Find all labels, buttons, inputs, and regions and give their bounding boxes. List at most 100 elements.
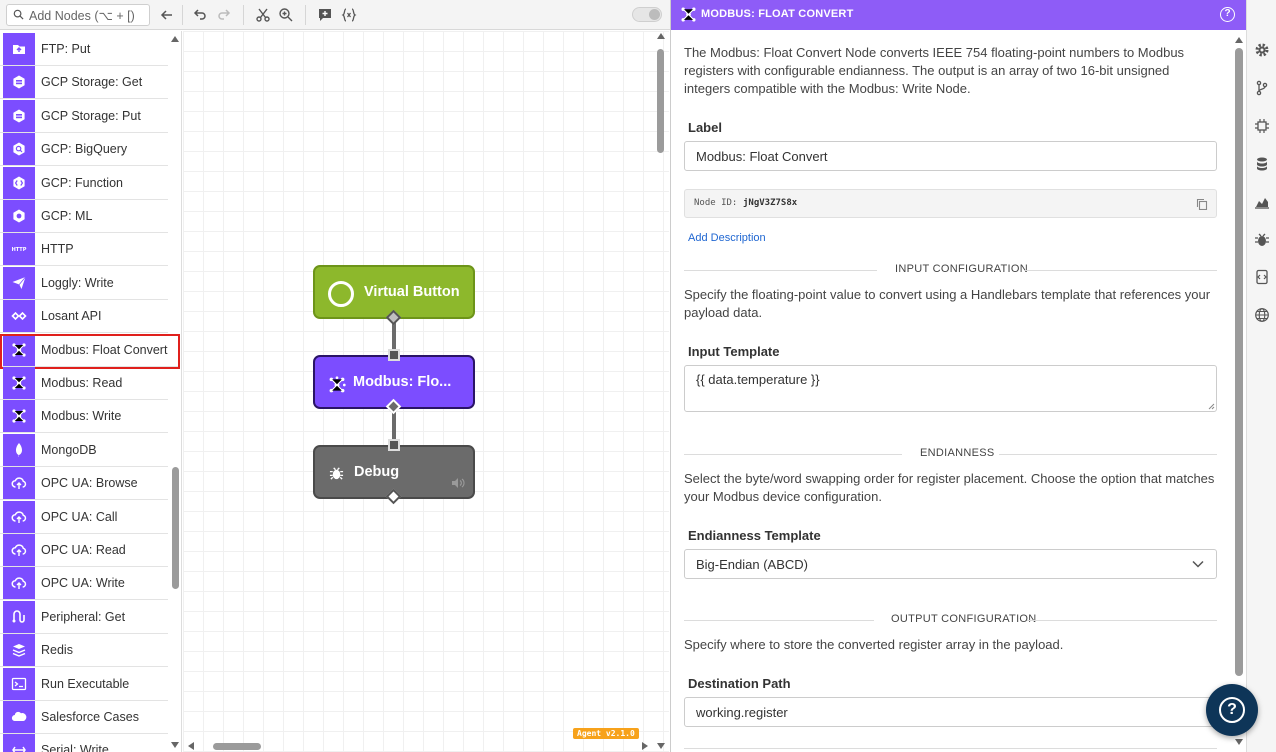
palette-item[interactable]: Peripheral: Get — [0, 600, 168, 634]
opcua-icon — [3, 567, 35, 600]
palette-item[interactable]: HTTP HTTP — [0, 233, 168, 267]
speaker-icon[interactable] — [451, 477, 465, 489]
modbus-icon — [3, 400, 35, 433]
output-configuration-header: OUTPUT CONFIGURATION — [684, 613, 1217, 627]
chart-icon[interactable] — [1254, 194, 1270, 210]
scroll-down-arrow[interactable] — [656, 741, 666, 751]
section-title: OUTPUT CONFIGURATION — [891, 613, 1037, 625]
palette-item-label: GCP Storage: Put — [41, 108, 141, 123]
copy-icon[interactable] — [1196, 198, 1208, 210]
destination-path-input[interactable] — [684, 697, 1217, 727]
palette-item[interactable]: Salesforce Cases — [0, 701, 168, 734]
loggly-icon — [3, 266, 35, 299]
toggle-switch[interactable] — [632, 7, 662, 22]
palette-item[interactable]: OPC UA: Call — [0, 500, 168, 534]
webhook-icon[interactable] — [1254, 269, 1270, 285]
storage-icon[interactable] — [1254, 156, 1270, 172]
add-description-link[interactable]: Add Description — [688, 232, 766, 244]
palette-item[interactable]: Loggly: Write — [0, 266, 168, 300]
palette-item[interactable]: MongoDB — [0, 433, 168, 467]
palette-item[interactable]: GCP: BigQuery — [0, 133, 168, 167]
palette-item[interactable]: Modbus: Float Convert — [0, 333, 180, 369]
palette-item[interactable]: Serial: Write — [0, 734, 168, 752]
cut-icon[interactable] — [254, 6, 272, 24]
toolbar-divider — [305, 5, 306, 25]
palette-item-label: Peripheral: Get — [41, 609, 126, 624]
palette-item-label: Salesforce Cases — [41, 710, 139, 724]
scroll-down-arrow[interactable] — [170, 740, 180, 750]
palette-item[interactable]: Redis — [0, 634, 168, 668]
label-input[interactable] — [684, 141, 1217, 171]
palette-item[interactable]: Modbus: Write — [0, 400, 168, 434]
gcp-storage-icon — [3, 66, 35, 99]
palette-item-label: Run Executable — [41, 676, 130, 691]
search-icon — [13, 9, 24, 20]
canvas-vertical-scrollbar[interactable] — [657, 49, 664, 153]
destination-path-heading: Destination Path — [688, 676, 791, 691]
scroll-up-arrow[interactable] — [170, 34, 180, 44]
terminal-icon — [3, 667, 35, 700]
device-icon[interactable] — [1254, 118, 1270, 134]
undo-icon[interactable] — [191, 6, 209, 24]
opcua-icon — [3, 467, 35, 500]
input-template-textarea[interactable]: {{ data.temperature }} — [684, 365, 1217, 412]
svg-text:HTTP: HTTP — [12, 247, 27, 253]
palette-item[interactable]: GCP: ML — [0, 200, 168, 233]
add-comment-icon[interactable] — [316, 6, 334, 24]
palette-item-label: FTP: Put — [41, 42, 91, 56]
palette-item[interactable]: OPC UA: Read — [0, 534, 168, 567]
scroll-up-arrow[interactable] — [1234, 35, 1244, 45]
palette-item-label: Modbus: Float Convert — [41, 342, 168, 357]
resize-handle-icon[interactable] — [1208, 403, 1215, 410]
collapse-icon[interactable] — [158, 6, 176, 24]
panel-scrollbar-thumb[interactable] — [1235, 48, 1243, 676]
toolbar — [0, 0, 670, 30]
scroll-down-arrow[interactable] — [1234, 737, 1244, 747]
palette-item[interactable]: Modbus: Read — [0, 367, 168, 400]
peripheral-icon — [3, 600, 35, 633]
help-button[interactable]: ? — [1206, 684, 1258, 736]
node-palette: FTP: Put GCP Storage: Get GCP Storage: Put… — [0, 31, 182, 752]
node-id-box: Node ID: jNgV3Z7S8x — [684, 189, 1217, 218]
settings-icon[interactable] — [1254, 42, 1270, 58]
input-port[interactable] — [388, 439, 400, 451]
palette-item-label: Serial: Write — [41, 743, 109, 752]
scroll-right-arrow[interactable] — [640, 741, 650, 751]
palette-item[interactable]: GCP Storage: Put — [0, 99, 168, 133]
palette-item[interactable]: OPC UA: Browse — [0, 467, 168, 501]
palette-item[interactable]: GCP: Function — [0, 166, 168, 200]
palette-item[interactable]: Losant API — [0, 300, 168, 334]
version-icon[interactable] — [1254, 80, 1270, 96]
panel-body: The Modbus: Float Convert Node converts … — [684, 30, 1217, 752]
bug-icon[interactable] — [1254, 232, 1270, 248]
palette-item[interactable]: FTP: Put — [0, 33, 168, 66]
scroll-up-arrow[interactable] — [656, 31, 666, 41]
palette-item[interactable]: Run Executable — [0, 667, 168, 701]
palette-item-label: GCP Storage: Get — [41, 75, 143, 90]
node-id-value: jNgV3Z7S8x — [743, 198, 798, 208]
serial-icon — [3, 734, 35, 752]
gcp-bigquery-icon — [3, 133, 35, 166]
salesforce-icon — [3, 701, 35, 733]
search-box[interactable] — [6, 4, 150, 26]
globe-icon[interactable] — [1254, 307, 1270, 323]
palette-scrollbar-thumb[interactable] — [172, 467, 179, 589]
help-icon[interactable]: ? — [1220, 7, 1235, 22]
palette-item-label: OPC UA: Browse — [41, 476, 138, 491]
canvas-horizontal-scrollbar[interactable] — [213, 743, 261, 750]
scroll-left-arrow[interactable] — [186, 741, 196, 751]
redo-icon[interactable] — [215, 6, 233, 24]
search-input[interactable] — [29, 7, 147, 24]
palette-item-label: GCP: Function — [41, 175, 123, 190]
input-port[interactable] — [388, 349, 400, 361]
right-rail — [1246, 0, 1276, 752]
ftp-icon — [3, 33, 35, 65]
zoom-icon[interactable] — [277, 6, 295, 24]
palette-item[interactable]: GCP Storage: Get — [0, 66, 168, 100]
palette-item[interactable]: OPC UA: Write — [0, 567, 168, 601]
palette-item-label: Loggly: Write — [41, 275, 114, 290]
workflow-canvas[interactable]: Virtual Button Modbus: Flo... Debug Agen… — [183, 31, 669, 752]
palette-scroll-track — [170, 31, 180, 752]
endianness-select[interactable]: Big-Endian (ABCD) — [684, 549, 1217, 579]
variables-icon[interactable] — [340, 6, 358, 24]
